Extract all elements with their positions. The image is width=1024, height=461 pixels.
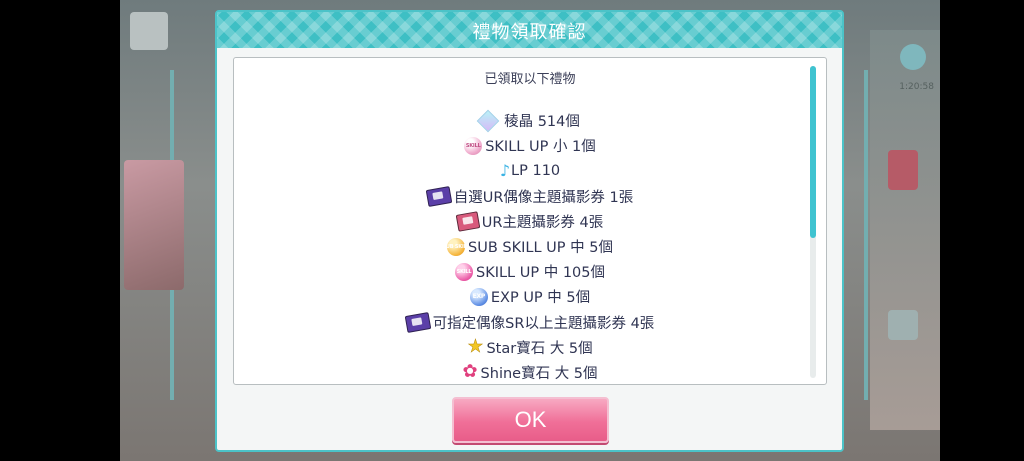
gift-item: 自選UR偶像主題攝影券 1張 <box>234 184 826 209</box>
gift-list-intro: 已領取以下禮物 <box>484 72 576 87</box>
star-icon: ★ <box>467 336 484 358</box>
gift-item-label: SKILL UP 中 105個 <box>475 265 605 282</box>
gift-item-label: UR主題攝影券 4張 <box>481 214 604 231</box>
gift-item: ✿ Shine寶石 大 5個 <box>234 360 826 385</box>
gift-received-dialog: 禮物領取確認 已領取以下禮物 稜晶 514個 SKILL SKILL UP 小 1個… <box>215 10 844 452</box>
skill-up-small-icon: SKILL <box>464 136 483 155</box>
gift-item: SKILL SKILL UP 中 105個 <box>234 259 826 284</box>
dialog-title: 禮物領取確認 <box>472 22 587 43</box>
ticket-icon <box>404 311 431 333</box>
ur-ticket-icon <box>455 211 481 232</box>
background-timer: 1:20:58 <box>899 82 934 92</box>
skill-up-medium-icon: SKILL <box>454 262 473 281</box>
scrollbar[interactable] <box>810 66 816 378</box>
background-right-panel: 1:20:58 <box>870 30 940 430</box>
gift-item-label: SUB SKILL UP 中 5個 <box>468 240 613 257</box>
gift-list-panel[interactable]: 已領取以下禮物 稜晶 514個 SKILL SKILL UP 小 1個 ♪ LP 110… <box>233 57 827 385</box>
gift-item-label: 自選UR偶像主題攝影券 1張 <box>453 189 634 206</box>
gift-item: EXP EXP UP 中 5個 <box>234 284 826 309</box>
gift-list: 稜晶 514個 SKILL SKILL UP 小 1個 ♪ LP 110 自選UR偶像主題… <box>234 108 826 385</box>
gift-item-label: SKILL UP 小 1個 <box>485 139 596 156</box>
gift-item: ★ Star寶石 大 5個 <box>234 335 826 360</box>
gift-item: 稜晶 514個 <box>234 108 826 133</box>
ok-button[interactable]: OK <box>452 397 609 443</box>
sub-skill-up-icon: SUB SKILL <box>442 237 470 256</box>
gift-item: UR主題攝影券 4張 <box>234 209 826 234</box>
background-card <box>124 160 184 290</box>
background-badge <box>888 310 918 340</box>
gift-item-label: Star寶石 大 5個 <box>486 340 593 357</box>
gift-item-label: LP 110 <box>511 162 561 179</box>
exp-up-icon: EXP <box>469 287 488 306</box>
background-round-button <box>900 44 926 70</box>
gift-item: SUB SKILL SUB SKILL UP 中 5個 <box>234 234 826 259</box>
background-strip <box>864 70 868 400</box>
music-note-icon: ♪ <box>499 161 511 181</box>
gift-item: ♪ LP 110 <box>234 158 826 183</box>
background-badge <box>888 150 918 190</box>
ticket-icon <box>425 185 453 207</box>
gift-item-label: 可指定偶像SR以上主題攝影券 4張 <box>432 315 655 332</box>
dialog-header: 禮物領取確認 <box>217 12 842 48</box>
gift-item: SKILL SKILL UP 小 1個 <box>234 133 826 158</box>
crystal-icon <box>476 109 500 132</box>
gift-item-label: 稜晶 514個 <box>504 114 580 131</box>
gift-item: 可指定偶像SR以上主題攝影券 4張 <box>234 310 826 335</box>
profile-icon <box>130 12 168 50</box>
flower-icon: ✿ <box>462 361 478 383</box>
gift-item-label: EXP UP 中 5個 <box>490 290 591 307</box>
scrollbar-thumb[interactable] <box>810 66 816 238</box>
gift-item-label: Shine寶石 大 5個 <box>480 365 598 382</box>
